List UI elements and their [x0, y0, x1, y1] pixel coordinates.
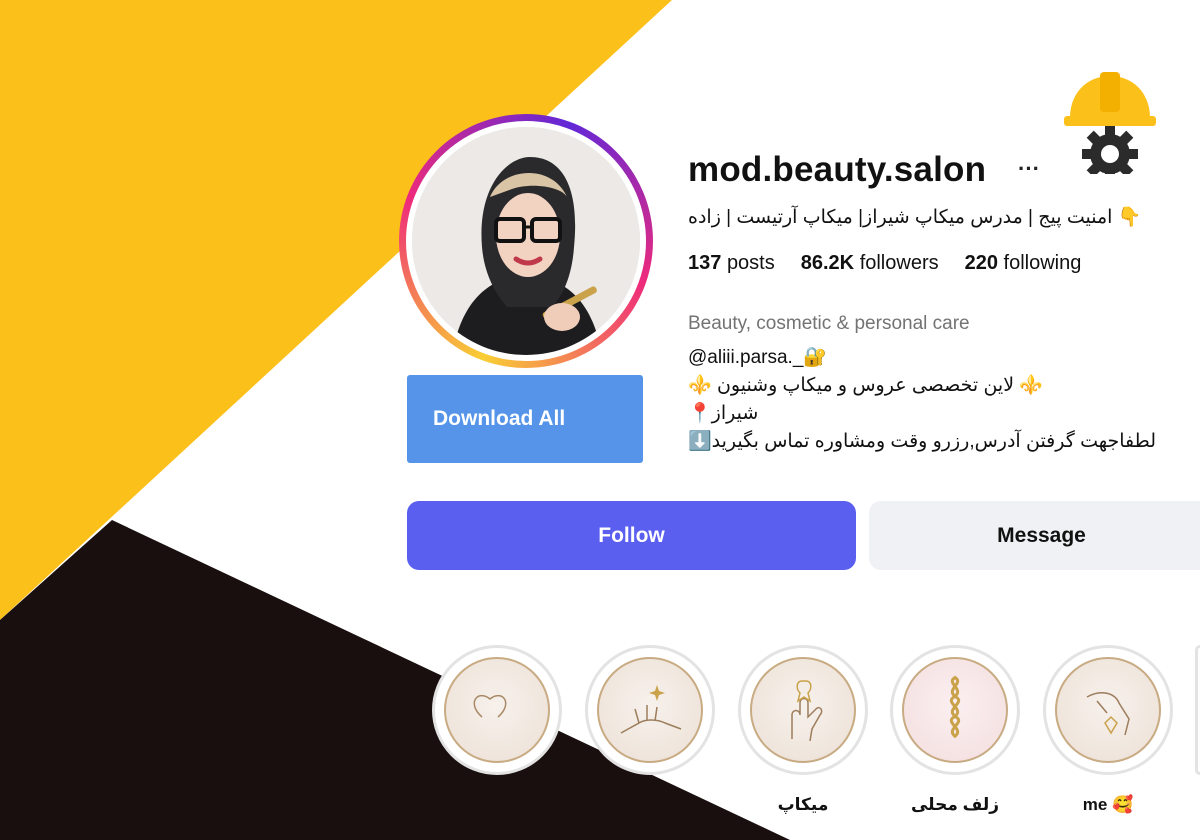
hair-braid-icon [902, 657, 1008, 763]
follow-button[interactable]: Follow [407, 501, 856, 570]
highlight-4[interactable] [890, 645, 1020, 775]
profile-title-line: 👇 امنیت پیج | مدرس میکاپ شیراز| میکاپ آر… [688, 207, 1142, 228]
following-count[interactable]: 220 following [965, 252, 1082, 275]
helmet-gear-icon [1064, 72, 1156, 174]
highlight-2[interactable] [585, 645, 715, 775]
more-options-icon[interactable]: ··· [1018, 156, 1040, 182]
posts-count[interactable]: 137 posts [688, 252, 775, 275]
hand-sparkle-icon [597, 657, 703, 763]
highlight-4-label: زلف محلی [910, 795, 1000, 814]
highlight-6-partial[interactable] [1195, 645, 1200, 775]
hand-tooth-icon [750, 657, 856, 763]
profile-username: mod.beauty.salon [688, 150, 987, 189]
highlight-3[interactable] [738, 645, 868, 775]
highlight-1[interactable] [432, 645, 562, 775]
hand-gem-icon [1055, 657, 1161, 763]
download-all-button[interactable]: Download All [407, 375, 643, 463]
profile-avatar-ring[interactable] [399, 114, 653, 368]
highlight-5-label: me 🥰 [1082, 795, 1134, 814]
followers-count[interactable]: 86.2K followers [801, 252, 939, 275]
profile-stats: 137 posts 86.2K followers 220 following [688, 252, 1081, 275]
heart-outline-icon [444, 657, 550, 763]
bio-line-location: 📍شیراز [688, 403, 759, 424]
profile-bio: @aliii.parsa._🔐 ⚜️ لاین تخصصی عروس و میک… [688, 344, 1156, 456]
highlight-3-label: میکاپ [777, 795, 829, 814]
bio-line-contact: ⬇️لطفاجهت گرفتن آدرس,رزرو وقت ومشاوره تم… [688, 431, 1157, 452]
highlight-5[interactable] [1043, 645, 1173, 775]
profile-category: Beauty, cosmetic & personal care [688, 313, 970, 334]
message-button[interactable]: Message [869, 501, 1200, 570]
profile-avatar [412, 127, 640, 355]
bio-line-mention[interactable]: @aliii.parsa._🔐 [688, 344, 1156, 372]
bio-line-specialty: ⚜️ لاین تخصصی عروس و میکاپ وشنیون ⚜️ [688, 375, 1043, 396]
